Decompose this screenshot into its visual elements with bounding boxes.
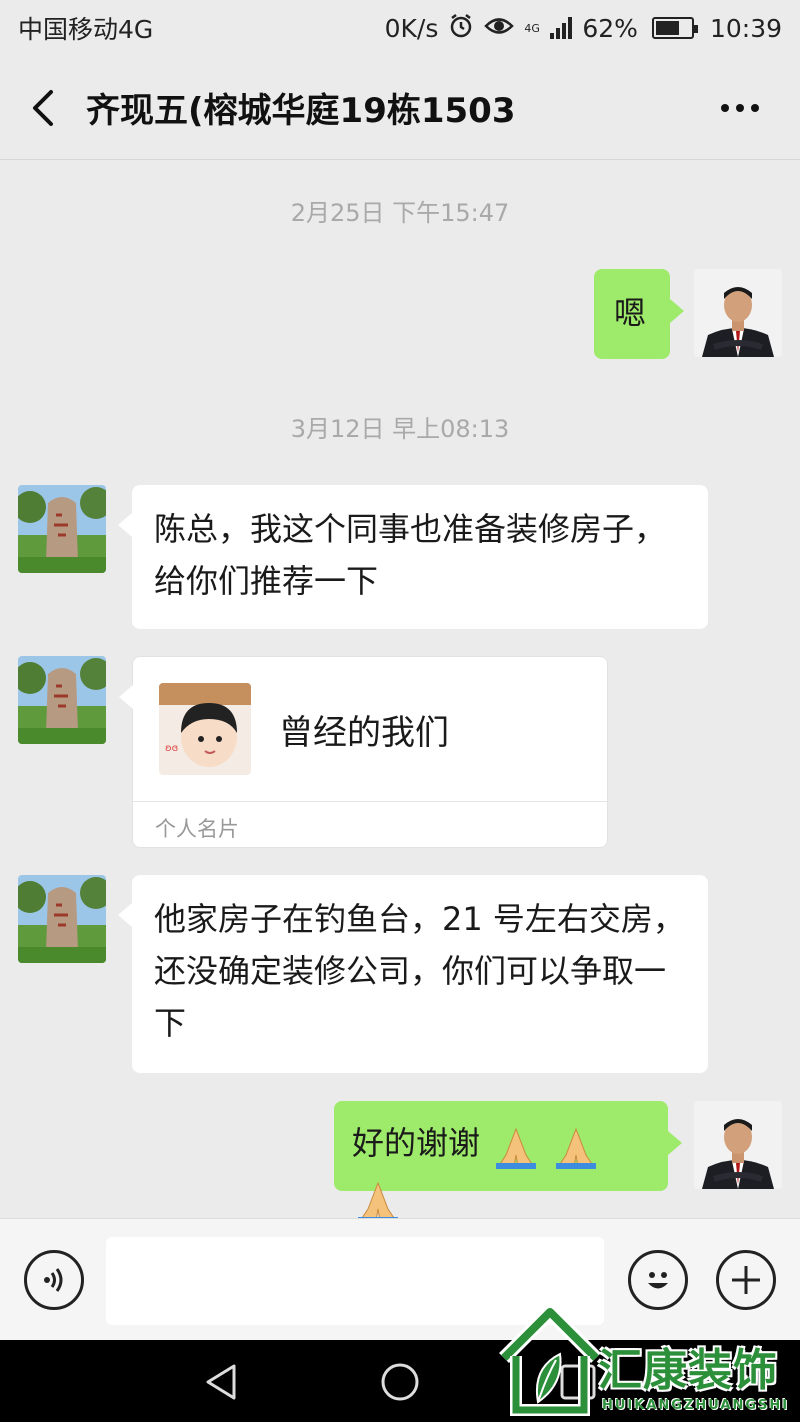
more-button[interactable] <box>680 56 800 160</box>
brand-logo-icon <box>499 1306 601 1416</box>
chat-title: 齐现五(榕城华庭19栋1503 <box>86 91 516 131</box>
emoji-button[interactable] <box>628 1250 688 1310</box>
alarm-icon <box>448 13 474 43</box>
message-text: 陈总，我这个同事也准备装修房子，给你们推荐一下 <box>154 510 667 600</box>
plus-button[interactable] <box>716 1250 776 1310</box>
svg-text:ʚɞ: ʚɞ <box>165 743 178 754</box>
avatar-self[interactable] <box>694 1101 782 1189</box>
status-bar: 中国移动4G 0K/s 4G 62% 10:39 <box>0 0 800 56</box>
signal-icon <box>550 17 573 39</box>
more-icon <box>721 103 759 112</box>
avatar-contact[interactable] <box>18 656 106 744</box>
brand-watermark: 汇康装饰 HUIKANGZHUANGSHI <box>498 1306 794 1422</box>
timestamp: 2月25日 下午15:47 <box>290 199 510 227</box>
message-bubble-incoming[interactable]: 他家房子在钓鱼台，21 号左右交房，还没确定装修公司，你们可以争取一下 <box>118 875 708 1073</box>
card-name: 曾经的我们 <box>279 713 449 753</box>
plus-icon <box>732 1266 760 1294</box>
network-type: 4G <box>524 21 540 35</box>
chat-area[interactable]: 2月25日 下午15:47 嗯 3月12日 早上08:13 陈总，我这个同事也准… <box>0 161 800 1223</box>
clock: 10:39 <box>709 13 782 43</box>
card-photo: ʚɞ <box>159 683 251 775</box>
timestamp: 3月12日 早上08:13 <box>290 415 510 443</box>
pray-emoji-icon <box>552 1119 600 1171</box>
card-type-label: 个人名片 <box>155 817 239 841</box>
avatar-contact[interactable] <box>18 875 106 963</box>
message-bubble-outgoing[interactable]: 好的谢谢 <box>334 1101 682 1223</box>
battery-percent: 62% <box>582 13 638 43</box>
avatar-contact[interactable] <box>18 485 106 573</box>
message-bubble-incoming[interactable]: 陈总，我这个同事也准备装修房子，给你们推荐一下 <box>118 485 708 629</box>
network-speed: 0K/s <box>384 13 439 43</box>
voice-button[interactable] <box>24 1250 84 1310</box>
brand-name: 汇康装饰 <box>598 1345 778 1396</box>
back-button[interactable] <box>0 56 86 160</box>
voice-icon <box>44 1268 63 1292</box>
chat-header: 齐现五(榕城华庭19栋1503 <box>0 56 800 160</box>
avatar-self[interactable] <box>694 269 782 357</box>
message-text: 嗯 <box>614 294 647 332</box>
battery-icon <box>651 17 698 39</box>
contact-card[interactable]: ʚɞ 曾经的我们 个人名片 <box>119 656 608 848</box>
eye-icon <box>484 15 515 41</box>
card-divider <box>133 801 607 802</box>
message-text: 他家房子在钓鱼台，21 号左右交房，还没确定装修公司，你们可以争取一下 <box>154 900 685 1042</box>
message-text: 好的谢谢 <box>352 1124 481 1162</box>
status-indicators: 0K/s 4G 62% 10:39 <box>385 13 782 43</box>
nav-home-icon[interactable] <box>378 1360 422 1404</box>
back-arrow-icon <box>33 89 53 126</box>
carrier-label: 中国移动4G <box>18 15 154 44</box>
pray-emoji-icon <box>492 1119 540 1171</box>
nav-back-icon[interactable] <box>200 1360 244 1404</box>
emoji-icon <box>648 1272 668 1289</box>
message-bubble-outgoing[interactable]: 嗯 <box>594 269 684 359</box>
brand-subtitle: HUIKANGZHUANGSHI <box>602 1398 790 1413</box>
